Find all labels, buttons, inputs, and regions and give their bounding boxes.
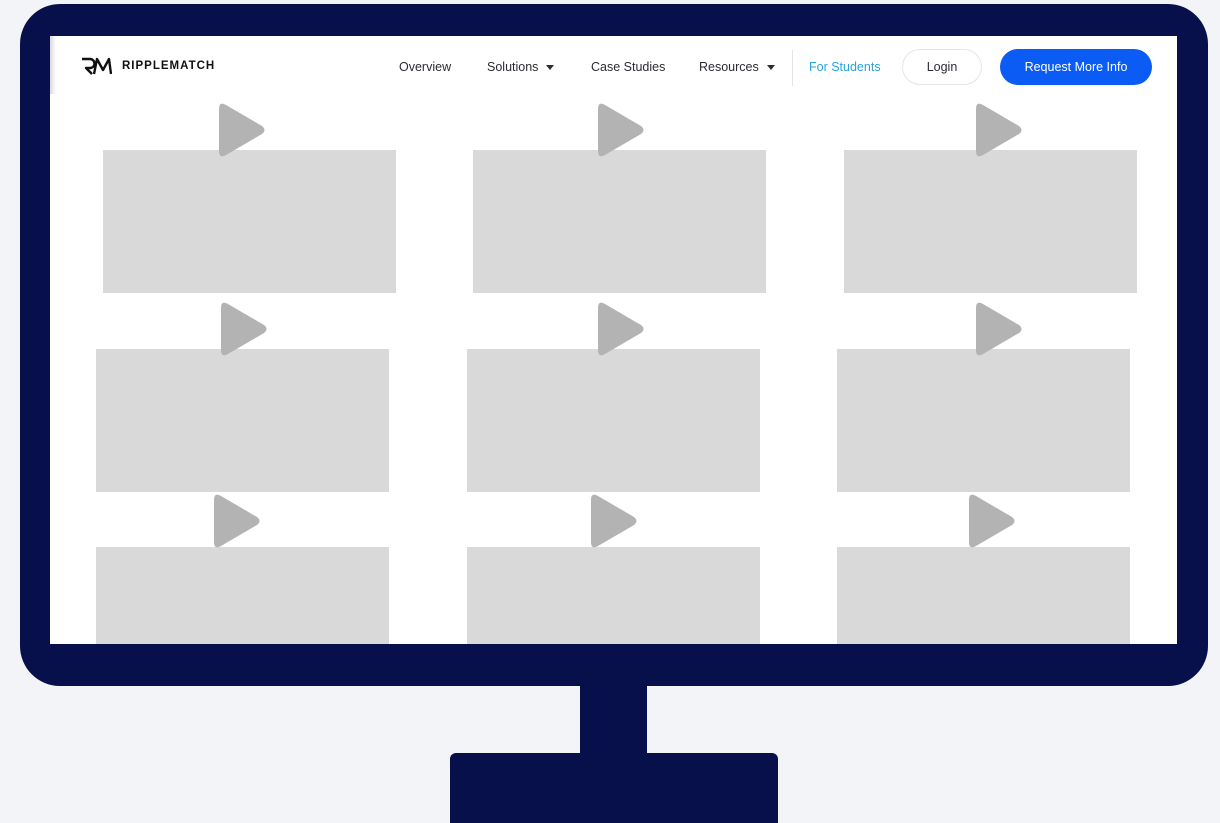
request-more-info-button[interactable]: Request More Info [1000, 49, 1152, 85]
nav-divider [792, 50, 793, 86]
video-placeholder[interactable] [96, 349, 389, 492]
play-icon [598, 302, 644, 356]
video-placeholder[interactable] [837, 547, 1130, 644]
play-icon [219, 103, 265, 157]
nav-solutions[interactable]: Solutions [487, 59, 555, 75]
brand-name: RIPPLEMATCH [122, 60, 216, 72]
video-placeholder[interactable] [844, 150, 1137, 293]
monitor-screen: RIPPLEMATCH Overview Solutions Case Stud… [50, 36, 1177, 644]
nav-overview-label: Overview [399, 60, 452, 74]
video-placeholder[interactable] [473, 150, 766, 293]
nav-for-students[interactable]: For Students [809, 59, 881, 75]
caret-down-icon [766, 64, 775, 70]
nav-for-students-label: For Students [809, 60, 881, 74]
logo[interactable]: RIPPLEMATCH [80, 56, 215, 76]
play-icon [591, 494, 637, 548]
monitor-stand-neck [580, 682, 647, 760]
nav-case-studies-label: Case Studies [591, 60, 666, 74]
nav-case-studies[interactable]: Case Studies [591, 59, 665, 75]
video-placeholder[interactable] [837, 349, 1130, 492]
login-button[interactable]: Login [902, 49, 982, 85]
video-placeholder[interactable] [96, 547, 389, 644]
nav-resources[interactable]: Resources [699, 59, 775, 75]
play-icon [214, 494, 260, 548]
monitor-stand-base [450, 753, 778, 823]
nav-overview[interactable]: Overview [399, 59, 451, 75]
video-placeholder[interactable] [467, 547, 760, 644]
play-icon [969, 494, 1015, 548]
navbar: RIPPLEMATCH Overview Solutions Case Stud… [50, 36, 1177, 98]
nav-resources-label: Resources [699, 60, 759, 74]
play-icon [976, 103, 1022, 157]
play-icon [598, 103, 644, 157]
caret-down-icon [546, 64, 555, 70]
video-placeholder[interactable] [103, 150, 396, 293]
play-icon [976, 302, 1022, 356]
video-placeholder[interactable] [467, 349, 760, 492]
nav-solutions-label: Solutions [487, 60, 539, 74]
play-icon [221, 302, 267, 356]
rm-logo-icon [82, 57, 112, 75]
